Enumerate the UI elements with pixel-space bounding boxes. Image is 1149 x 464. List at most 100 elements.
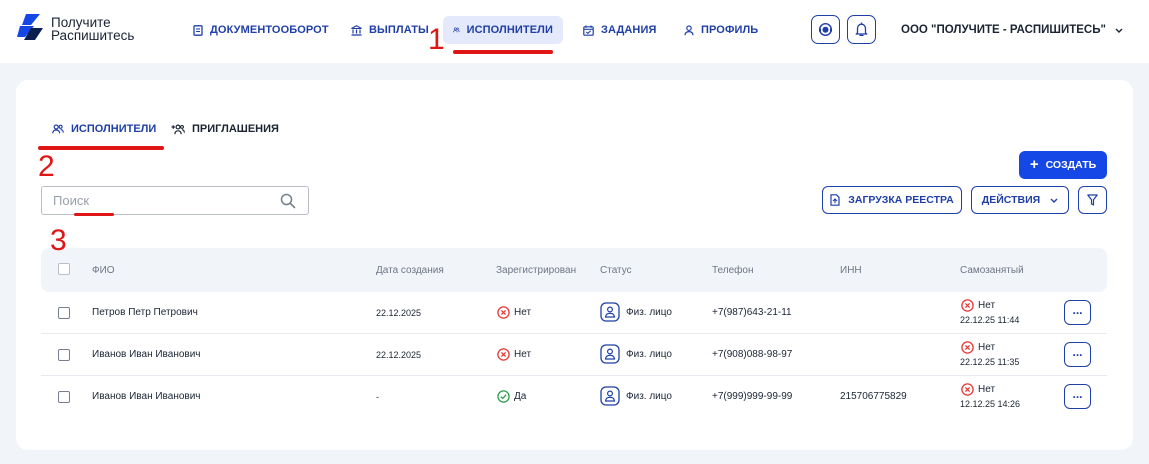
organization-name: ООО "ПОЛУЧИТЕ - РАСПИШИТЕСЬ" bbox=[901, 24, 1106, 36]
person-badge-icon bbox=[600, 344, 620, 364]
cell-status: Физ. лицо bbox=[626, 391, 672, 402]
cell-status: Физ. лицо bbox=[626, 349, 672, 360]
column-header-created[interactable]: Дата создания bbox=[376, 265, 444, 276]
cell-created: 22.12.2025 bbox=[376, 308, 422, 318]
cell-name[interactable]: Петров Петр Петрович bbox=[92, 307, 198, 318]
cell-inn: 215706775829 bbox=[840, 391, 907, 402]
search-icon[interactable] bbox=[280, 193, 296, 209]
cell-name[interactable]: Иванов Иван Иванович bbox=[92, 349, 201, 360]
nav-profile-label: ПРОФИЛЬ bbox=[701, 24, 759, 36]
users-icon bbox=[453, 27, 460, 33]
upload-registry-button[interactable]: ЗАГРУЗКА РЕЕСТРА bbox=[822, 186, 962, 214]
column-header-name[interactable]: ФИО bbox=[92, 265, 115, 276]
users-icon bbox=[52, 124, 64, 134]
person-badge-icon bbox=[600, 386, 620, 406]
row-checkbox[interactable] bbox=[58, 349, 70, 361]
cell-self-employed: Нет bbox=[978, 384, 996, 395]
logo[interactable]: Получите Распишитесь bbox=[17, 14, 134, 44]
cell-self-employed-date: 22.12.25 11:44 bbox=[960, 315, 1020, 325]
calendar-icon bbox=[583, 25, 594, 36]
column-header-status[interactable]: Статус bbox=[600, 265, 632, 276]
document-icon bbox=[193, 24, 203, 36]
annotation-underline-3 bbox=[74, 213, 114, 216]
tab-performers-label: ИСПОЛНИТЕЛИ bbox=[71, 123, 157, 135]
cell-self-employed-date: 22.12.25 11:35 bbox=[960, 357, 1020, 367]
annotation-underline-1 bbox=[453, 50, 553, 54]
table-row[interactable]: Петров Петр Петрович 22.12.2025 Нет Физ.… bbox=[41, 292, 1107, 334]
filter-icon bbox=[1087, 194, 1098, 206]
error-circle-icon bbox=[497, 306, 510, 319]
chevron-down-icon bbox=[1115, 28, 1123, 33]
top-bar: Получите Распишитесь ДОКУМЕНТООБОРОТ ВЫП… bbox=[0, 0, 1149, 63]
annotation-underline-2 bbox=[38, 146, 164, 150]
nav-payments[interactable]: ВЫПЛАТЫ bbox=[341, 16, 439, 44]
person-badge-icon bbox=[600, 302, 620, 322]
upload-registry-label: ЗАГРУЗКА РЕЕСТРА bbox=[848, 194, 954, 206]
cell-phone: +7(999)999-99-99 bbox=[712, 391, 793, 402]
support-icon bbox=[818, 22, 833, 37]
add-users-icon bbox=[171, 124, 185, 134]
row-actions-button[interactable]: ... bbox=[1064, 384, 1091, 409]
user-icon bbox=[684, 24, 694, 35]
cell-status: Физ. лицо bbox=[626, 307, 672, 318]
tab-invitations[interactable]: ПРИГЛАШЕНИЯ bbox=[171, 123, 279, 135]
create-button[interactable]: + СОЗДАТЬ bbox=[1019, 151, 1107, 179]
error-circle-icon bbox=[961, 341, 974, 354]
row-actions-button[interactable]: ... bbox=[1064, 342, 1091, 367]
nav-performers[interactable]: ИСПОЛНИТЕЛИ bbox=[443, 16, 563, 44]
upload-document-icon bbox=[830, 194, 840, 206]
cell-registered: Нет bbox=[514, 307, 532, 318]
filter-button[interactable] bbox=[1078, 186, 1107, 214]
annotation-marker-3: 3 bbox=[50, 224, 67, 257]
search-input[interactable] bbox=[53, 193, 273, 208]
error-circle-icon bbox=[497, 348, 510, 361]
nav-documents[interactable]: ДОКУМЕНТООБОРОТ bbox=[183, 16, 339, 44]
cell-name[interactable]: Иванов Иван Иванович bbox=[92, 391, 201, 402]
organization-selector[interactable]: ООО "ПОЛУЧИТЕ - РАСПИШИТЕСЬ" bbox=[901, 24, 1123, 36]
table-header: ФИО Дата создания Зарегистрирован Статус… bbox=[41, 248, 1107, 292]
cell-phone: +7(987)643-21-11 bbox=[712, 307, 792, 318]
column-header-registered[interactable]: Зарегистрирован bbox=[496, 265, 576, 276]
column-header-inn[interactable]: ИНН bbox=[840, 265, 862, 276]
error-circle-icon bbox=[961, 299, 974, 312]
row-checkbox[interactable] bbox=[58, 391, 70, 403]
row-actions-button[interactable]: ... bbox=[1064, 300, 1091, 325]
search-box[interactable] bbox=[41, 186, 309, 215]
error-circle-icon bbox=[961, 383, 974, 396]
logo-icon bbox=[17, 14, 43, 44]
row-checkbox[interactable] bbox=[58, 307, 70, 319]
column-header-phone[interactable]: Телефон bbox=[712, 265, 753, 276]
cell-registered: Нет bbox=[514, 349, 532, 360]
nav-payments-label: ВЫПЛАТЫ bbox=[369, 24, 429, 36]
plus-icon: + bbox=[1029, 156, 1039, 173]
column-header-self-employed[interactable]: Самозанятый bbox=[960, 265, 1024, 276]
annotation-marker-1: 1 bbox=[428, 23, 445, 56]
actions-label: ДЕЙСТВИЯ bbox=[981, 194, 1041, 206]
cell-created: - bbox=[376, 392, 379, 402]
chevron-down-icon bbox=[1050, 198, 1058, 203]
select-all-checkbox[interactable] bbox=[58, 263, 70, 275]
support-button[interactable] bbox=[811, 15, 840, 44]
check-circle-icon bbox=[497, 390, 510, 403]
actions-dropdown[interactable]: ДЕЙСТВИЯ bbox=[971, 186, 1069, 214]
table-row[interactable]: Иванов Иван Иванович - Да Физ. лицо +7(9… bbox=[41, 376, 1107, 418]
performers-card: ИСПОЛНИТЕЛИ ПРИГЛАШЕНИЯ + СОЗДАТЬ ЗАГРУЗ… bbox=[16, 80, 1133, 450]
table-row[interactable]: Иванов Иван Иванович 22.12.2025 Нет Физ.… bbox=[41, 334, 1107, 376]
cell-created: 22.12.2025 bbox=[376, 350, 422, 360]
annotation-marker-2: 2 bbox=[38, 150, 55, 183]
cell-self-employed: Нет bbox=[978, 300, 996, 311]
nav-performers-label: ИСПОЛНИТЕЛИ bbox=[466, 24, 553, 36]
bell-icon bbox=[855, 22, 868, 37]
create-button-label: СОЗДАТЬ bbox=[1045, 159, 1097, 171]
nav-profile[interactable]: ПРОФИЛЬ bbox=[674, 16, 768, 44]
cell-phone: +7(908)088-98-97 bbox=[712, 349, 793, 360]
cell-registered: Да bbox=[514, 391, 527, 402]
cell-self-employed-date: 12.12.25 14:26 bbox=[960, 399, 1021, 409]
bank-icon bbox=[351, 24, 362, 36]
nav-tasks[interactable]: ЗАДАНИЯ bbox=[573, 16, 666, 44]
tab-invitations-label: ПРИГЛАШЕНИЯ bbox=[192, 123, 279, 135]
notifications-button[interactable] bbox=[847, 15, 876, 44]
cell-self-employed: Нет bbox=[978, 342, 996, 353]
nav-tasks-label: ЗАДАНИЯ bbox=[601, 24, 657, 36]
tab-performers[interactable]: ИСПОЛНИТЕЛИ bbox=[52, 123, 156, 135]
